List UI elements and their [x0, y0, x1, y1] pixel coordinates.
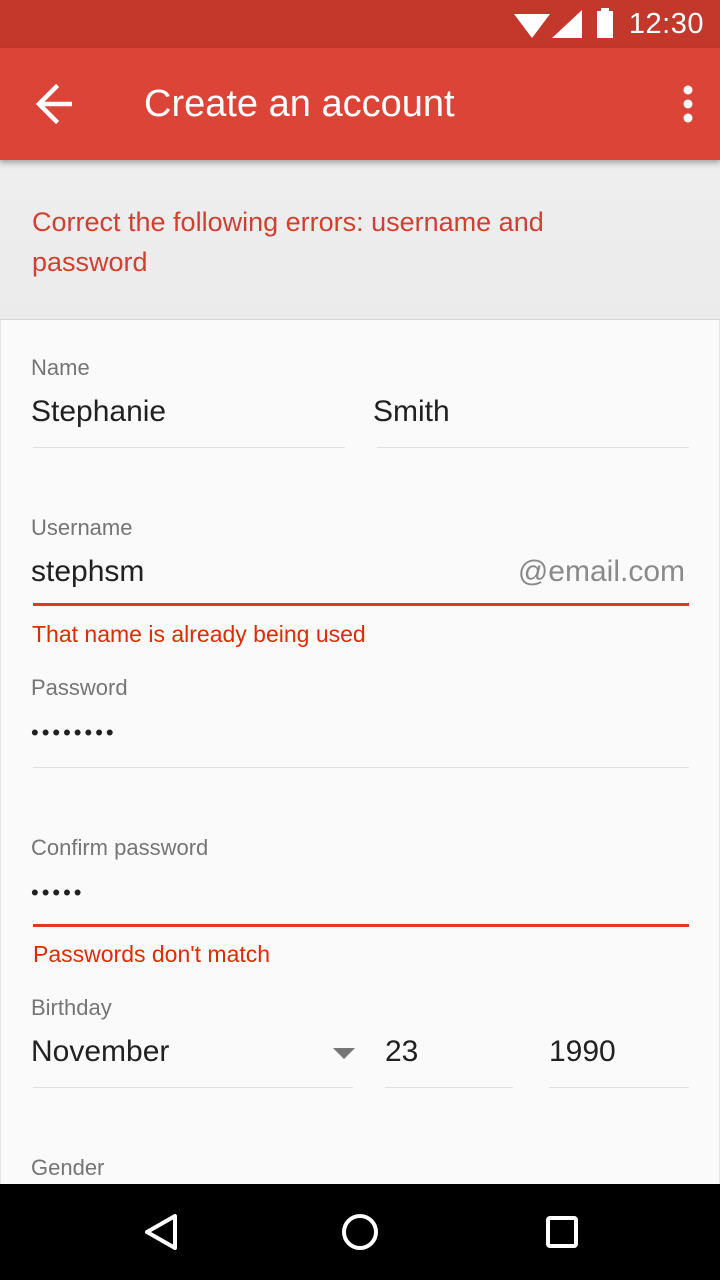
birthday-label: Birthday — [31, 995, 112, 1020]
more-vert-icon — [683, 85, 693, 123]
arrow-back-icon — [35, 83, 72, 125]
birthday-year-value: 1990 — [549, 1035, 616, 1068]
first-name-value: Stephanie — [31, 395, 167, 428]
first-name-field[interactable]: Stephanie — [31, 392, 345, 448]
triangle-back-icon — [145, 1214, 177, 1250]
page-title: Create an account — [144, 83, 455, 125]
status-icons — [514, 8, 613, 38]
status-time: 12:30 — [628, 8, 704, 40]
overflow-menu-button[interactable] — [668, 76, 708, 132]
nav-home-button[interactable] — [336, 1208, 384, 1256]
birthday-month-underline — [33, 1087, 353, 1088]
birthday-year-field[interactable]: 1990 — [549, 1032, 689, 1086]
birthday-year-underline — [549, 1087, 689, 1088]
password-field[interactable]: •••••••• — [31, 714, 689, 766]
cell-signal-icon — [552, 10, 582, 38]
confirm-password-field[interactable]: ••••• — [31, 874, 689, 926]
username-underline — [33, 603, 689, 606]
birthday-day-value: 23 — [385, 1035, 419, 1068]
last-name-underline — [377, 447, 689, 448]
username-domain-suffix: @email.com — [517, 555, 685, 588]
nav-recents-button[interactable] — [538, 1208, 586, 1256]
birthday-month-dropdown[interactable]: November — [31, 1032, 353, 1086]
birthday-day-field[interactable]: 23 — [385, 1032, 513, 1086]
account-form: Name Stephanie Smith Username stephsm @e… — [0, 320, 720, 1184]
confirm-password-value: ••••• — [31, 880, 85, 905]
confirm-password-error: Passwords don't match — [33, 941, 271, 967]
last-name-value: Smith — [373, 395, 450, 428]
system-nav-bar — [0, 1184, 720, 1280]
battery-icon — [597, 8, 613, 38]
username-value: stephsm — [31, 555, 145, 588]
error-banner-text: Correct the following errors: username a… — [32, 207, 544, 277]
wifi-icon — [514, 14, 550, 38]
nav-back-button[interactable] — [136, 1208, 184, 1256]
first-name-underline — [33, 447, 345, 448]
dropdown-arrow-icon — [333, 1048, 355, 1059]
username-error: That name is already being used — [32, 621, 366, 647]
confirm-password-label: Confirm password — [31, 835, 209, 860]
app-bar: Create an account — [0, 48, 720, 160]
username-label: Username — [31, 515, 133, 540]
last-name-field[interactable]: Smith — [373, 392, 689, 448]
birthday-day-underline — [385, 1087, 513, 1088]
back-button[interactable] — [20, 68, 92, 140]
birthday-month-value: November — [31, 1035, 170, 1068]
square-recents-icon — [546, 1216, 578, 1248]
gender-label: Gender — [31, 1155, 105, 1180]
name-label: Name — [31, 355, 90, 380]
confirm-password-underline — [33, 924, 689, 927]
status-bar: 12:30 — [0, 0, 720, 48]
password-value: •••••••• — [31, 720, 117, 745]
error-banner: Correct the following errors: username a… — [0, 160, 720, 320]
username-field[interactable]: stephsm @email.com — [31, 552, 689, 604]
circle-home-icon — [342, 1214, 378, 1250]
password-label: Password — [31, 675, 128, 700]
password-underline — [33, 767, 689, 768]
